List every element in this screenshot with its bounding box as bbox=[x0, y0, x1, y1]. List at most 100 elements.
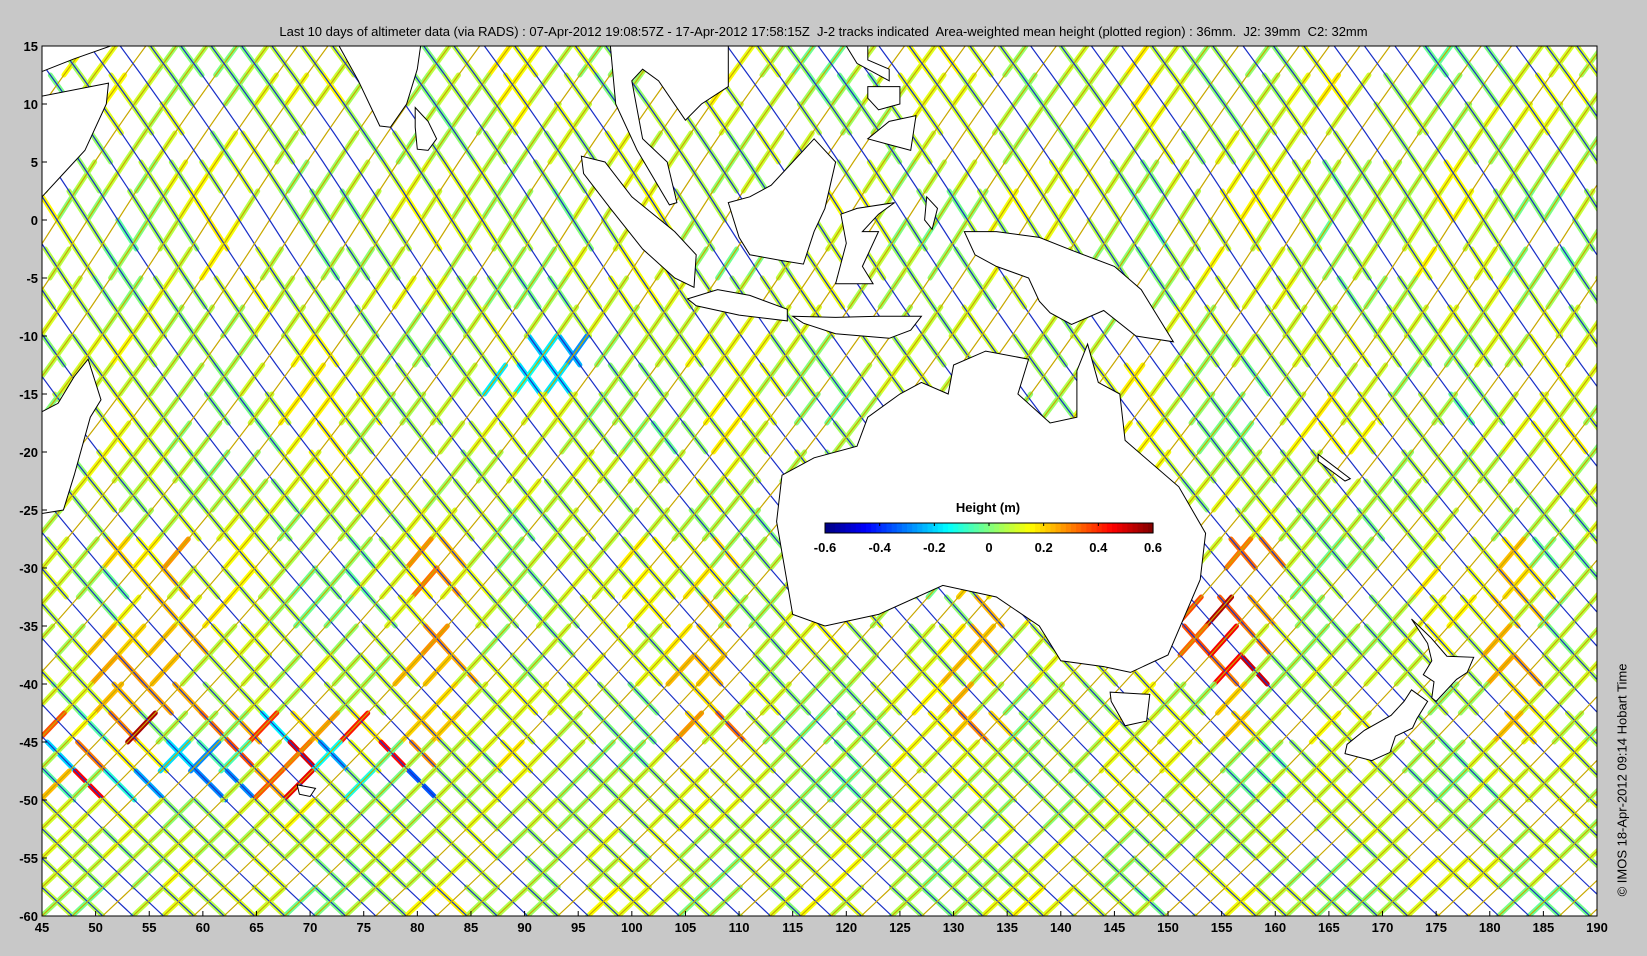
colorbar-cell bbox=[1024, 523, 1031, 533]
x-tick-label: 85 bbox=[464, 920, 478, 935]
data-segment bbox=[1619, 307, 1639, 336]
j2-ground-track bbox=[1638, 46, 1647, 916]
colorbar-label: Height (m) bbox=[956, 500, 1020, 515]
colorbar-cell bbox=[855, 523, 862, 533]
x-tick-label: 140 bbox=[1050, 920, 1072, 935]
colorbar-cell bbox=[948, 523, 954, 533]
colorbar-cell bbox=[999, 523, 1005, 533]
colorbar-cell bbox=[973, 523, 980, 533]
data-segment bbox=[1639, 133, 1647, 162]
data-segment bbox=[0, 742, 15, 771]
data-segment bbox=[0, 336, 3, 365]
data-segment bbox=[1628, 162, 1647, 191]
data-segment bbox=[1595, 274, 1597, 281]
data-segment bbox=[1635, 626, 1647, 655]
x-tick-label: 95 bbox=[571, 920, 585, 935]
data-segment bbox=[0, 278, 20, 307]
colorbar-cell bbox=[1030, 523, 1036, 533]
data-segment bbox=[0, 916, 11, 945]
data-segment bbox=[1639, 278, 1647, 307]
data-segment bbox=[1635, 191, 1647, 220]
data-segment bbox=[1609, 133, 1629, 162]
colorbar-tick-label: -0.2 bbox=[923, 540, 945, 555]
colorbar-cell bbox=[922, 523, 929, 533]
colorbar-cell bbox=[901, 523, 908, 533]
colorbar-cell bbox=[1076, 523, 1082, 533]
data-segment bbox=[798, 913, 805, 916]
colorbar-cell bbox=[937, 523, 944, 533]
colorbar-cell bbox=[912, 523, 918, 533]
colorbar-cell bbox=[1127, 523, 1134, 533]
colorbar-cell bbox=[942, 523, 949, 533]
y-tick-label: -55 bbox=[19, 851, 38, 866]
x-tick-label: 65 bbox=[249, 920, 263, 935]
colorbar-cell bbox=[994, 523, 1000, 533]
colorbar-cell bbox=[876, 523, 882, 533]
colorbar-cell bbox=[1050, 523, 1057, 533]
data-segment bbox=[1628, 75, 1647, 104]
data-segment bbox=[1601, 684, 1628, 713]
y-tick-label: -45 bbox=[19, 735, 38, 750]
colorbar-cell bbox=[1081, 523, 1087, 533]
x-tick-label: 110 bbox=[729, 920, 750, 935]
colorbar-cell bbox=[1086, 523, 1093, 533]
x-tick-label: 185 bbox=[1533, 920, 1555, 935]
data-segment bbox=[1628, 249, 1647, 278]
x-tick-label: 125 bbox=[889, 920, 911, 935]
j2-ground-track bbox=[42, 915, 43, 916]
colorbar-cell bbox=[881, 523, 888, 533]
data-segment bbox=[1617, 220, 1635, 249]
data-segment bbox=[0, 75, 3, 104]
x-tick-label: 100 bbox=[621, 920, 643, 935]
data-segment bbox=[1605, 191, 1623, 220]
y-tick-label: -35 bbox=[19, 619, 38, 634]
colorbar-cell bbox=[845, 523, 852, 533]
data-segment bbox=[0, 597, 18, 626]
x-tick-label: 175 bbox=[1425, 920, 1447, 935]
colorbar-cell bbox=[1009, 523, 1016, 533]
data-segment bbox=[0, 713, 4, 742]
data-segment bbox=[1071, 913, 1078, 916]
data-segment bbox=[1616, 394, 1638, 423]
x-tick-label: 120 bbox=[835, 920, 857, 935]
colorbar-cell bbox=[1117, 523, 1123, 533]
y-tick-label: -10 bbox=[19, 329, 38, 344]
colorbar-cell bbox=[978, 523, 985, 533]
data-segment bbox=[1632, 452, 1647, 481]
data-segment bbox=[1620, 887, 1647, 916]
data-segment bbox=[1621, 336, 1642, 365]
x-tick-label: 70 bbox=[303, 920, 317, 935]
data-segment bbox=[189, 913, 197, 916]
data-segment bbox=[1628, 713, 1647, 742]
data-segment bbox=[1595, 72, 1597, 78]
data-segment bbox=[1612, 46, 1633, 75]
data-segment bbox=[1617, 191, 1635, 220]
colorbar-cell bbox=[871, 523, 877, 533]
colorbar-cell bbox=[1112, 523, 1118, 533]
colorbar-cell bbox=[891, 523, 898, 533]
data-segment bbox=[0, 829, 11, 858]
data-segment bbox=[1632, 510, 1647, 539]
x-tick-label: 50 bbox=[88, 920, 102, 935]
x-tick-label: 170 bbox=[1372, 920, 1394, 935]
y-tick-label: -40 bbox=[19, 677, 38, 692]
colorbar-cell bbox=[835, 523, 841, 533]
data-segment bbox=[1617, 742, 1645, 771]
colorbar-tick-label: -0.6 bbox=[814, 540, 836, 555]
data-segment bbox=[0, 394, 16, 423]
data-segment bbox=[0, 162, 8, 191]
data-segment bbox=[1595, 362, 1597, 368]
data-segment bbox=[1585, 913, 1593, 916]
colorbar-cell bbox=[840, 523, 847, 533]
colorbar-cell bbox=[953, 523, 959, 533]
data-segment bbox=[1619, 104, 1639, 133]
colorbar-tick-label: 0.6 bbox=[1144, 540, 1162, 555]
data-segment bbox=[1595, 159, 1597, 166]
data-segment bbox=[1625, 539, 1647, 568]
colorbar-cell bbox=[1060, 523, 1067, 533]
x-tick-label: 145 bbox=[1104, 920, 1126, 935]
data-segment bbox=[1619, 916, 1647, 945]
y-tick-label: -5 bbox=[26, 271, 38, 286]
data-segment bbox=[525, 913, 532, 916]
data-segment bbox=[0, 365, 20, 394]
